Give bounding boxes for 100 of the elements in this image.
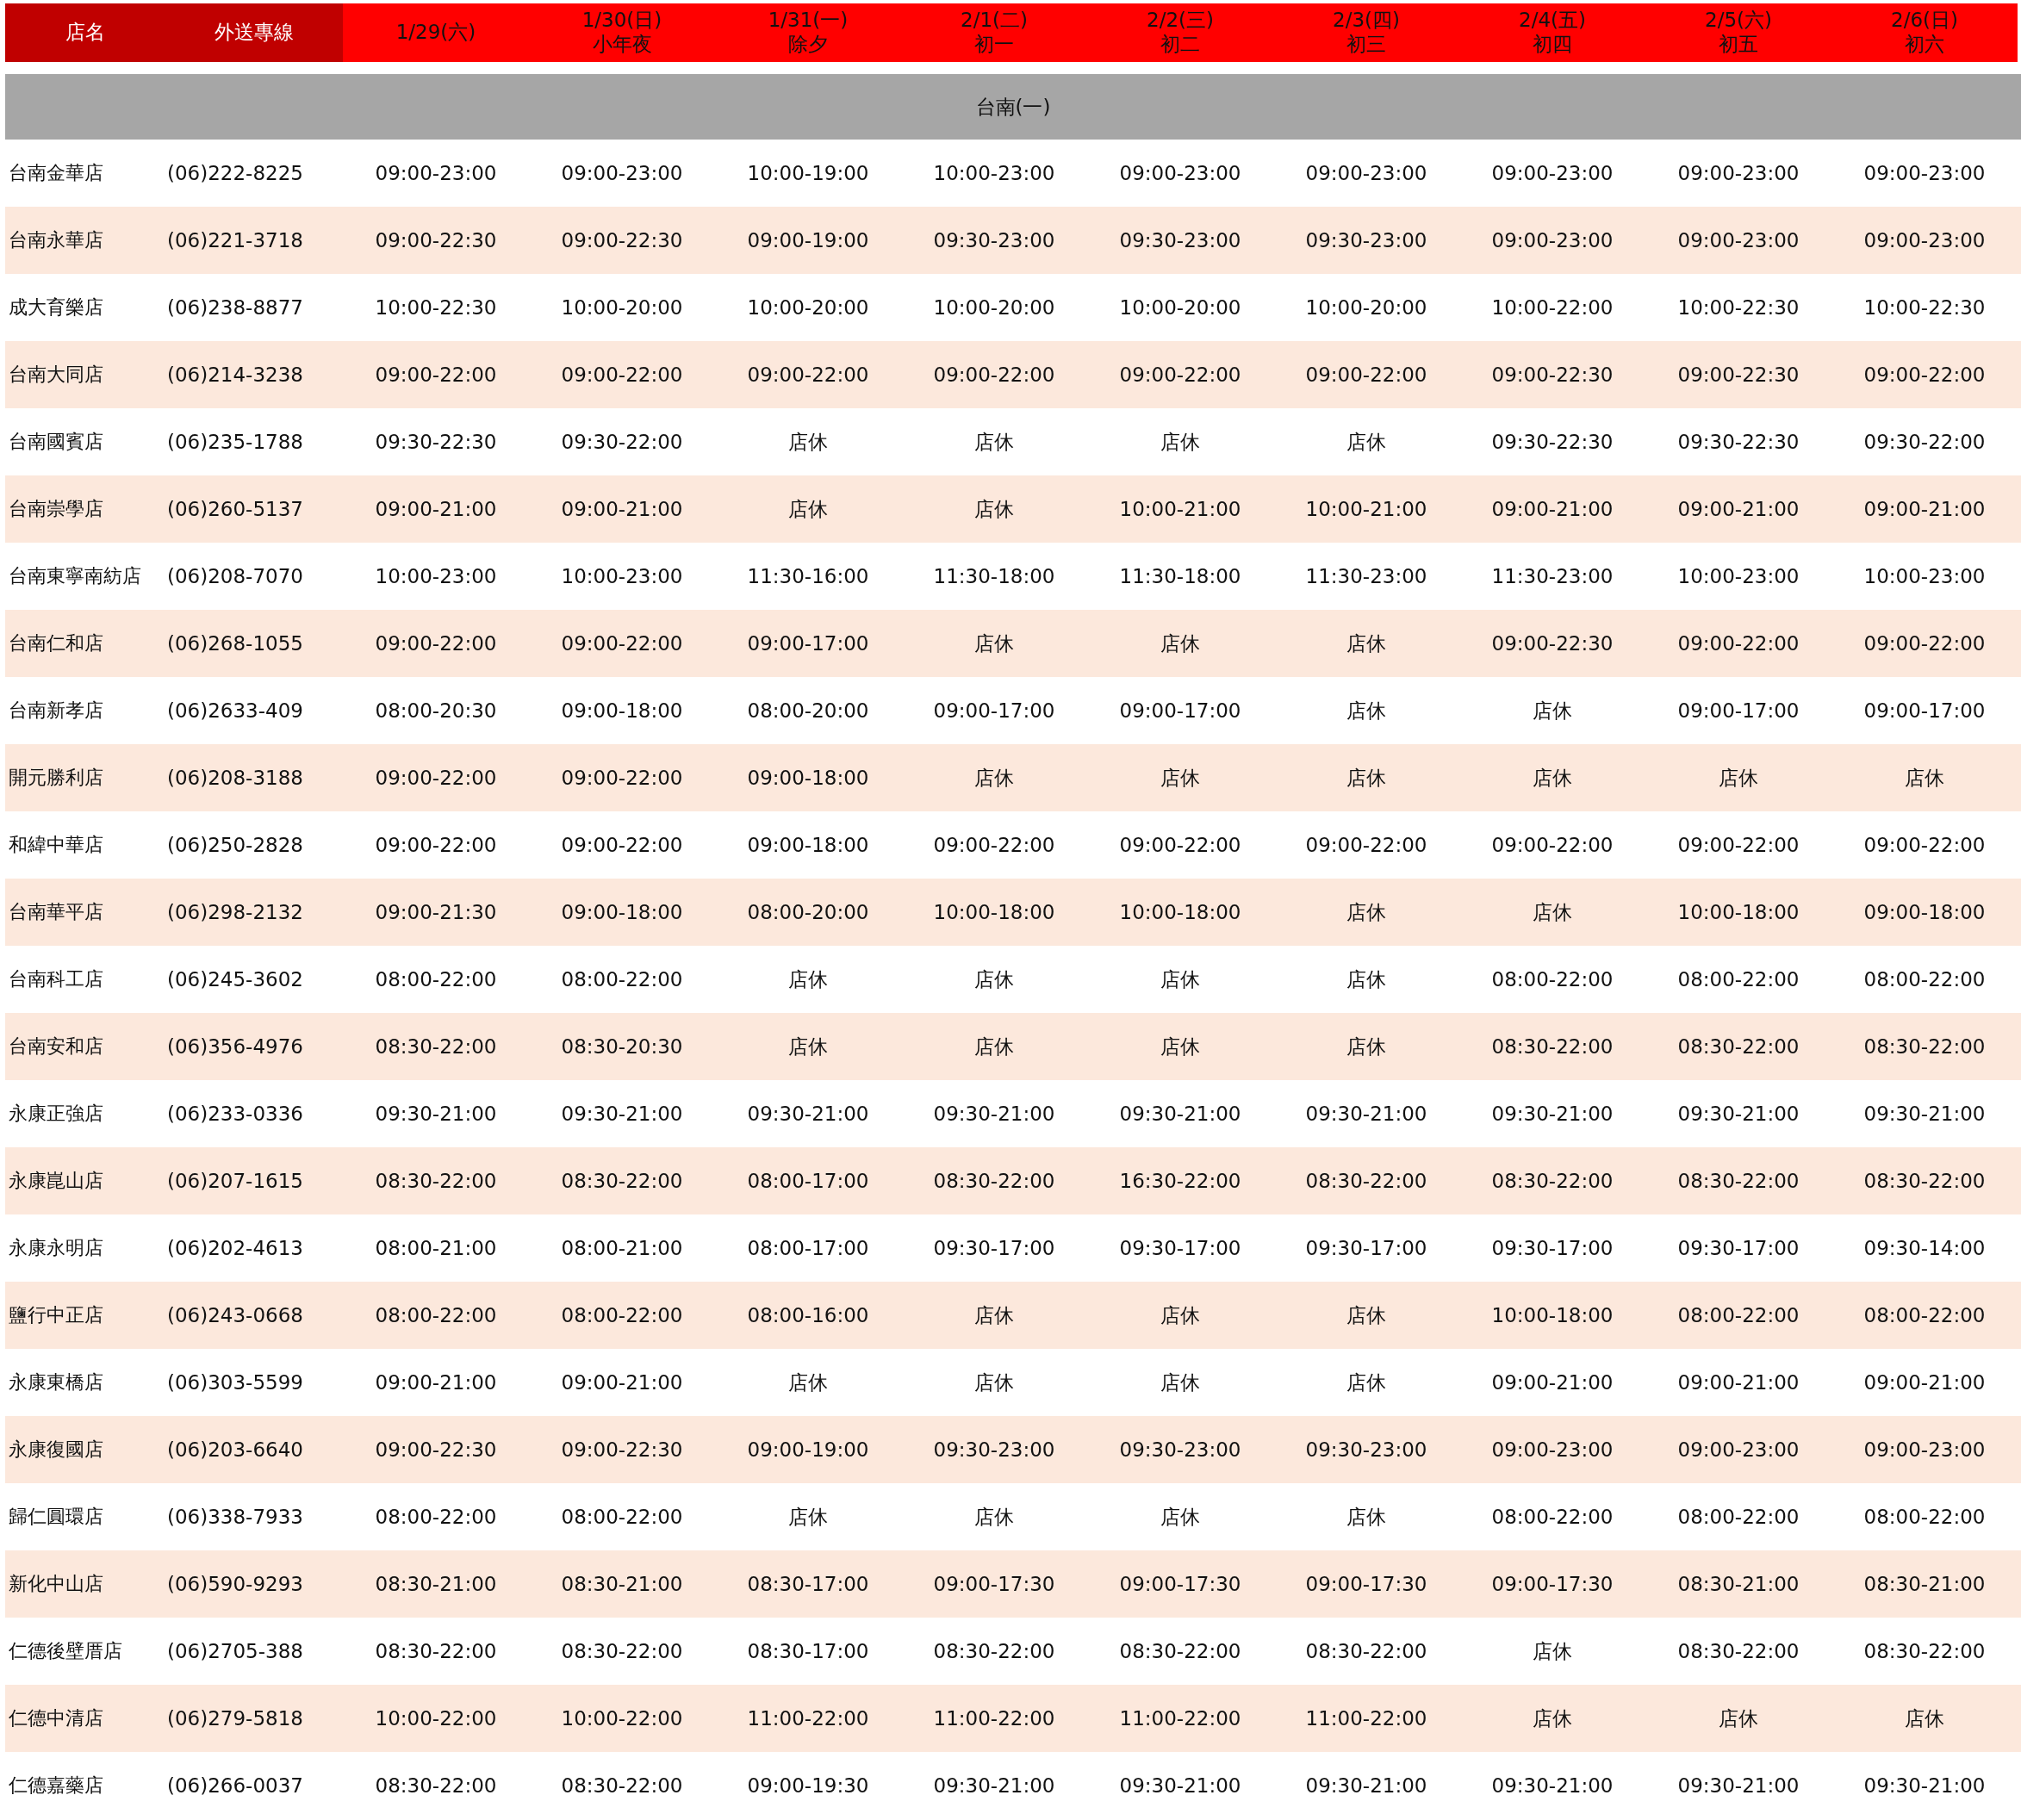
- column-header: 2/1(二) 初一: [901, 3, 1087, 62]
- table-cell-text: 10:00-20:00: [1304, 296, 1428, 319]
- table-cell-text: 店休: [1532, 1705, 1573, 1731]
- table-cell-text: 08:30-22:00: [1862, 1035, 1987, 1058]
- table-cell-text: (06)203-6640: [166, 1438, 304, 1461]
- table-cell-text: 09:00-17:00: [932, 699, 1056, 722]
- table-cell-text: 08:30-22:00: [374, 1035, 498, 1058]
- table-cell-text: 店休: [787, 966, 829, 992]
- table-cell-text: 09:00-22:00: [560, 363, 684, 386]
- table-cell-text: 10:00-23:00: [932, 162, 1056, 184]
- table-cell-text: 11:30-18:00: [932, 565, 1056, 587]
- table-cell-text: 09:00-23:00: [1676, 1438, 1800, 1461]
- table-cell-text: 08:00-22:00: [374, 968, 498, 991]
- table-cell-text: 台南永華店: [8, 228, 104, 252]
- table-cell-text: 08:00-21:00: [560, 1237, 684, 1259]
- table-cell-text: 09:00-23:00: [1118, 162, 1242, 184]
- table-cell-text: 09:00-18:00: [746, 834, 870, 856]
- table-cell-text: 店休: [1346, 698, 1387, 724]
- table-cell-text: 09:00-22:30: [1490, 632, 1614, 655]
- table-cell-text: 09:00-22:00: [1490, 834, 1614, 856]
- table-cell-text: 11:30-23:00: [1490, 565, 1614, 587]
- column-header: 2/2(三) 初二: [1087, 3, 1273, 62]
- table-cell-text: 09:00-18:00: [560, 699, 684, 722]
- table-cell-text: 店休: [1160, 1370, 1201, 1395]
- table-cell-text: 08:30-22:00: [374, 1774, 498, 1797]
- table-cell-text: 08:30-17:00: [746, 1640, 870, 1662]
- table-cell-text: (06)222-8225: [166, 162, 304, 184]
- table-cell-text: 08:30-22:00: [560, 1170, 684, 1192]
- table-cell-text: 10:00-19:00: [746, 162, 870, 184]
- table-cell-text: 10:00-23:00: [374, 565, 498, 587]
- table-cell-text: 店休: [1346, 966, 1387, 992]
- table-cell-text: 08:30-22:00: [560, 1774, 684, 1797]
- table-cell-text: 08:30-21:00: [1676, 1573, 1800, 1595]
- table-cell-text: 09:00-21:00: [1490, 1371, 1614, 1394]
- table-cell-text: 09:00-22:00: [374, 632, 498, 655]
- table-cell-text: 店休: [1346, 1034, 1387, 1059]
- table-cell-text: 09:00-23:00: [1676, 229, 1800, 252]
- table-cell-text: 10:00-22:30: [1862, 296, 1987, 319]
- section-header: 台南(一): [5, 74, 2021, 140]
- table-cell-text: 店休: [1346, 765, 1387, 791]
- table-cell-text: 09:30-17:00: [1118, 1237, 1242, 1259]
- table-cell-text: 店休: [1160, 765, 1201, 791]
- table-cell-text: 店休: [1346, 630, 1387, 656]
- table-cell-text: 09:00-23:00: [1304, 162, 1428, 184]
- table-cell-text: 09:00-22:00: [1862, 363, 1987, 386]
- table-cell-text: 08:30-20:30: [560, 1035, 684, 1058]
- table-cell-text: 08:00-22:00: [560, 1304, 684, 1326]
- table-cell-text: 店休: [1532, 899, 1573, 925]
- table-cell-text: 08:00-21:00: [374, 1237, 498, 1259]
- table-cell-text: 09:30-22:30: [374, 431, 498, 453]
- table-cell-text: 09:00-21:00: [560, 498, 684, 520]
- table-cell-text: 10:00-23:00: [560, 565, 684, 587]
- table-cell-text: 11:00-22:00: [932, 1707, 1056, 1730]
- table-cell-text: 店休: [1160, 1302, 1201, 1328]
- table-cell-text: 09:00-21:00: [1490, 498, 1614, 520]
- table-cell-text: 11:30-23:00: [1304, 565, 1428, 587]
- table-cell-text: 店休: [787, 1034, 829, 1059]
- table-cell-text: 09:30-21:00: [1862, 1774, 1987, 1797]
- column-header: 1/30(日) 小年夜: [529, 3, 715, 62]
- table-cell-text: 08:00-22:00: [1676, 968, 1800, 991]
- table-cell-text: 08:00-22:00: [1490, 968, 1614, 991]
- table-cell-text: 08:30-22:00: [932, 1170, 1056, 1192]
- table-cell-text: 09:00-22:30: [374, 1438, 498, 1461]
- table-cell-text: 09:00-22:00: [560, 632, 684, 655]
- table-cell-text: 08:00-22:00: [1862, 1304, 1987, 1326]
- table-cell-text: 08:30-22:00: [1676, 1640, 1800, 1662]
- table-cell-text: 09:00-22:00: [1304, 363, 1428, 386]
- table-cell-text: 永康永明店: [8, 1236, 104, 1260]
- table-cell-text: 09:00-22:00: [1118, 363, 1242, 386]
- table-cell-text: 09:00-19:00: [746, 1438, 870, 1461]
- table-cell-text: (06)202-4613: [166, 1237, 304, 1259]
- table-cell-text: 11:30-16:00: [746, 565, 870, 587]
- table-cell-text: 店休: [973, 429, 1015, 455]
- table-cell-text: 10:00-20:00: [932, 296, 1056, 319]
- table-cell-text: 台南東寧南紡店: [8, 564, 142, 588]
- table-cell-text: 09:30-17:00: [1304, 1237, 1428, 1259]
- table-cell-text: 台南安和店: [8, 1034, 104, 1059]
- table-cell-text: 09:00-17:30: [932, 1573, 1056, 1595]
- table-cell-text: 09:00-22:00: [932, 363, 1056, 386]
- table-cell-text: 09:00-21:30: [374, 901, 498, 923]
- table-cell-text: (06)207-1615: [166, 1170, 304, 1192]
- table-cell-text: 09:30-21:00: [932, 1774, 1056, 1797]
- table-cell-text: 09:30-21:00: [1862, 1103, 1987, 1125]
- table-cell-text: 08:30-21:00: [560, 1573, 684, 1595]
- table-cell-text: 08:30-22:00: [1304, 1640, 1428, 1662]
- table-cell-text: (06)266-0037: [166, 1774, 304, 1797]
- table-cell-text: 09:30-17:00: [932, 1237, 1056, 1259]
- table-cell-text: 09:00-22:00: [1676, 632, 1800, 655]
- table-cell-text: 店休: [1532, 698, 1573, 724]
- table-cell-text: 店休: [973, 630, 1015, 656]
- table-cell-text: 09:30-21:00: [1118, 1103, 1242, 1125]
- table-cell-text: 09:00-17:00: [1676, 699, 1800, 722]
- table-cell-text: 店休: [973, 1504, 1015, 1530]
- table-cell-text: 店休: [1346, 1504, 1387, 1530]
- table-cell-text: 09:00-17:00: [1118, 699, 1242, 722]
- table-cell-text: 08:00-22:00: [374, 1304, 498, 1326]
- table-cell-text: 店休: [1160, 630, 1201, 656]
- table-cell-text: 08:00-22:00: [1862, 1506, 1987, 1528]
- table-cell-text: 08:00-22:00: [374, 1506, 498, 1528]
- table-cell-text: (06)235-1788: [166, 431, 304, 453]
